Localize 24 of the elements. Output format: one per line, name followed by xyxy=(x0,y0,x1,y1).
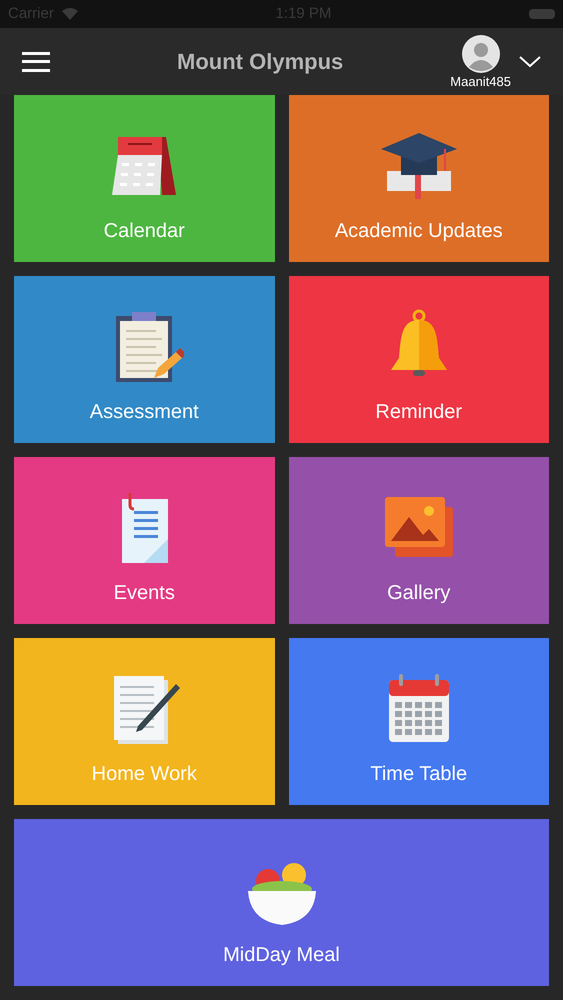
avatar-icon[interactable] xyxy=(462,35,500,73)
chevron-down-icon[interactable] xyxy=(519,56,541,68)
tile-label: Home Work xyxy=(92,764,197,784)
wifi-icon xyxy=(62,8,78,20)
menu-tile[interactable]: Calendar xyxy=(14,95,274,262)
menu-tile[interactable]: Events xyxy=(14,457,274,624)
tile-label: Assessment xyxy=(90,402,199,422)
menu-tile[interactable]: Assessment xyxy=(14,276,274,443)
menu-tile[interactable]: Gallery xyxy=(288,457,549,624)
menu-tile[interactable]: Time Table xyxy=(288,638,549,805)
tile-label: Academic Updates xyxy=(334,220,503,240)
app-title: Mount Olympus xyxy=(177,48,344,76)
menu-tile[interactable]: Reminder xyxy=(288,276,549,443)
tile-label: Gallery xyxy=(387,582,450,602)
username: Maanit485 xyxy=(450,75,511,88)
tile-label: Reminder xyxy=(375,402,462,422)
tile-label: Calendar xyxy=(104,220,185,240)
battery-icon xyxy=(529,9,555,19)
tile-label: Time Table xyxy=(370,764,468,784)
tile-label: Events xyxy=(114,582,175,602)
menu-tile[interactable]: MidDay Meal xyxy=(14,819,549,986)
menu-tile[interactable]: Academic Updates xyxy=(288,95,549,262)
menu-button[interactable] xyxy=(22,50,50,72)
tile-label: MidDay Meal xyxy=(223,944,340,964)
